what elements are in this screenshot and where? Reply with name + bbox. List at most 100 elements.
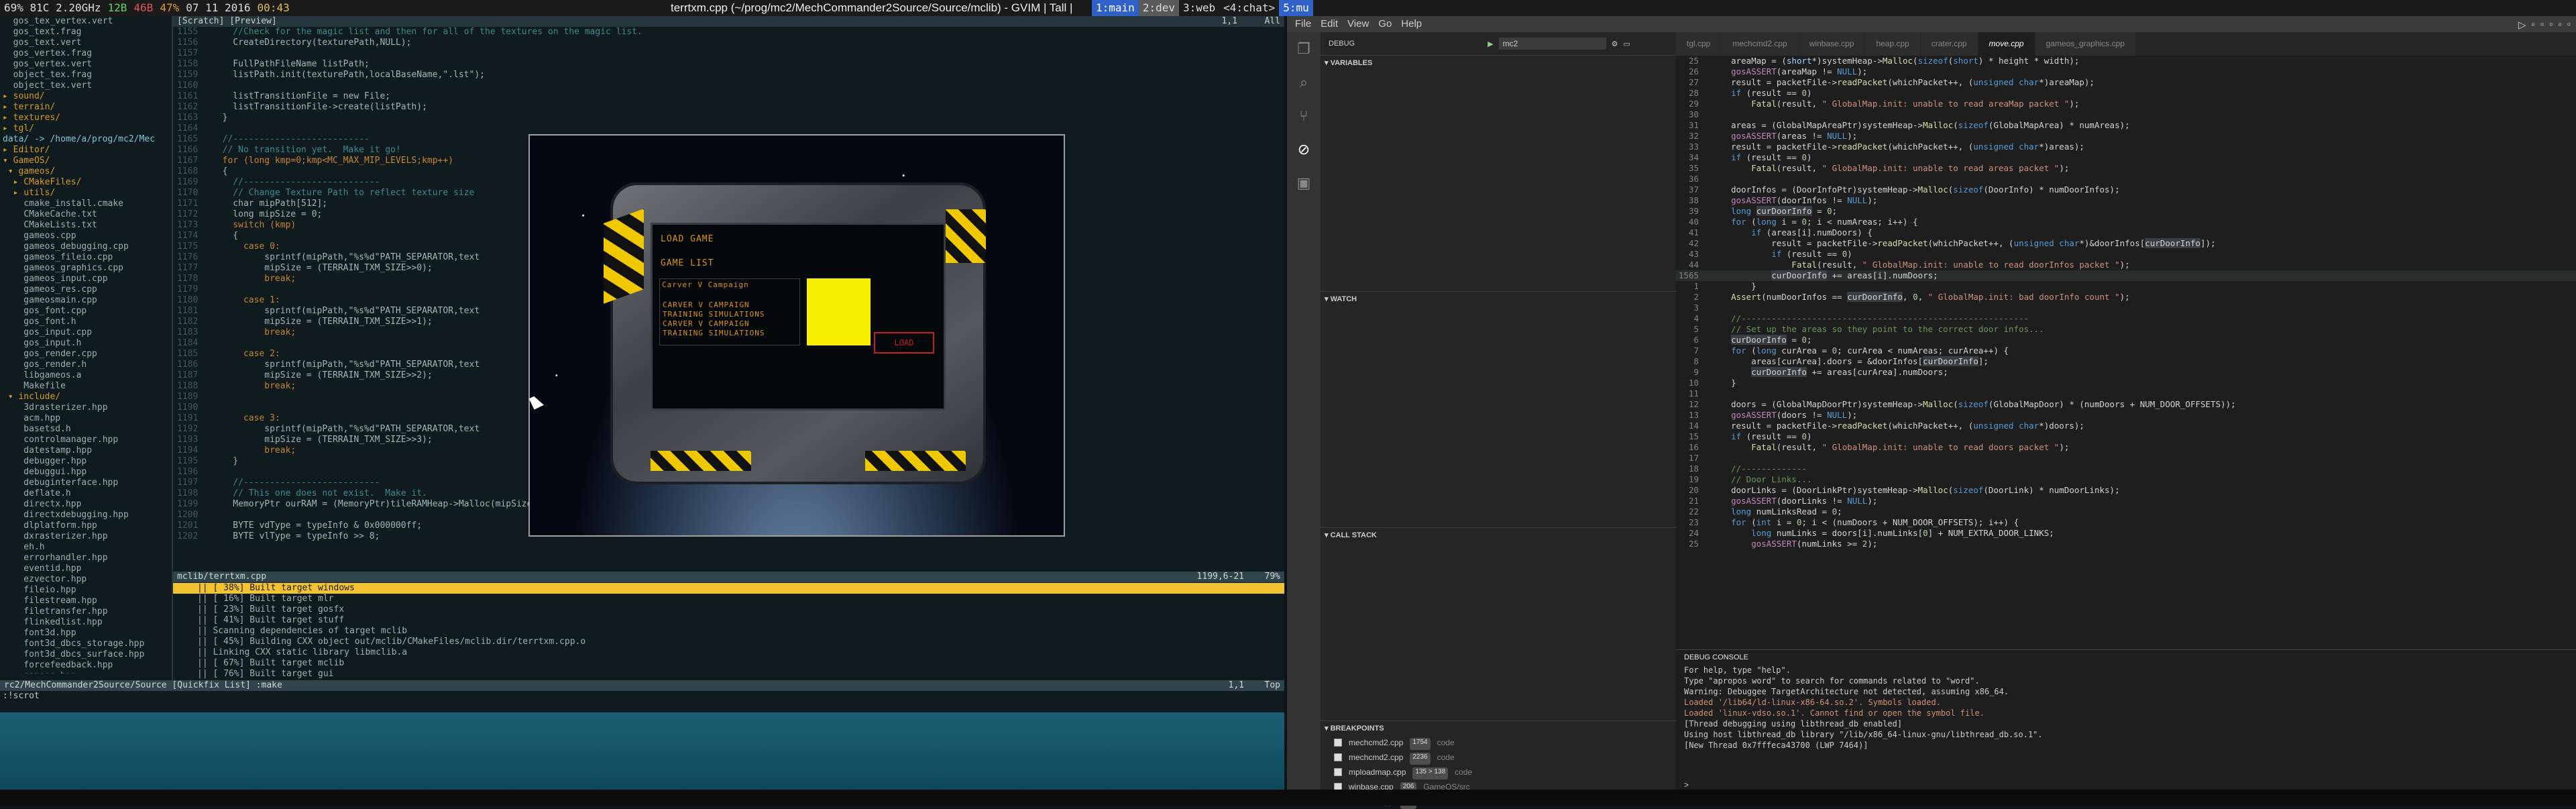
tree-file[interactable]: gameos.hpp (3, 671, 170, 673)
step-over-icon[interactable]: ▫ (2531, 19, 2534, 31)
tree-file[interactable]: fileio.hpp (3, 585, 170, 596)
tree-file[interactable]: dxrasterizer.hpp (3, 531, 170, 542)
debug-config-select[interactable]: mc2 (1498, 38, 1606, 50)
editor-tab[interactable]: tgl.cpp (1676, 32, 1722, 56)
breakpoint-checkbox[interactable] (1334, 768, 1342, 776)
gear-icon[interactable]: ⚙ (1612, 40, 1618, 48)
watch-header[interactable]: ▾ WATCH (1321, 291, 1676, 306)
quickfix-entry[interactable]: || [ 45%] Building CXX object out/mclib/… (173, 637, 1284, 647)
tree-file[interactable]: directxdebugging.hpp (3, 510, 170, 521)
files-icon[interactable]: ❐ (1287, 32, 1321, 66)
tree-file[interactable]: gos_input.h (3, 338, 170, 349)
tree-file[interactable]: CMakeCache.txt (3, 209, 170, 220)
workspace-2[interactable]: 2:dev (1138, 0, 1179, 16)
continue-icon[interactable]: ▷ (2518, 19, 2526, 31)
editor-tab[interactable]: mechcmd2.cpp (1722, 32, 1799, 56)
breakpoint-item[interactable]: mploadmap.cpp 135 > 138 code (1321, 765, 1676, 779)
tree-folder[interactable]: ▸ sound/ (3, 91, 170, 102)
vim-command-line[interactable]: :!scrot (0, 691, 1284, 702)
tree-file[interactable]: eventid.hpp (3, 563, 170, 574)
tree-folder[interactable]: ▸ utils/ (3, 188, 170, 199)
tree-file[interactable]: CMakeLists.txt (3, 220, 170, 231)
tree-file[interactable]: ezvector.hpp (3, 574, 170, 585)
tree-file[interactable]: eh.h (3, 542, 170, 553)
game-list-item[interactable]: TRAINING SIMULATIONS (663, 328, 765, 339)
tree-folder[interactable]: ▾ include/ (3, 392, 170, 402)
tree-file[interactable]: directx.hpp (3, 499, 170, 510)
step-into-icon[interactable]: ▫ (2540, 19, 2544, 31)
git-icon[interactable]: ⑂ (1287, 99, 1321, 133)
breakpoint-checkbox[interactable] (1334, 753, 1342, 761)
tree-file[interactable]: filestream.hpp (3, 596, 170, 606)
tree-file[interactable]: gos_vertex.vert (3, 59, 170, 70)
menu-help[interactable]: Help (1401, 16, 1422, 32)
restart-icon[interactable]: ▫ (2558, 19, 2561, 31)
tree-file[interactable]: gos_font.cpp (3, 306, 170, 317)
tree-file[interactable]: data/ -> /home/a/prog/mc2/Mec (3, 134, 170, 145)
debug-icon[interactable]: ⊘ (1287, 133, 1321, 166)
quickfix-entry[interactable]: || Scanning dependencies of target mclib (173, 626, 1284, 637)
tree-file[interactable]: controlmanager.hpp (3, 435, 170, 445)
quickfix-entry[interactable]: || [ 41%] Built target stuff (173, 615, 1284, 626)
workspace-1[interactable]: 1:main (1092, 0, 1139, 16)
variables-header[interactable]: ▾ VARIABLES (1321, 55, 1676, 70)
breakpoint-checkbox[interactable] (1334, 739, 1342, 747)
tree-file[interactable]: gameos_input.cpp (3, 274, 170, 284)
editor-tab[interactable]: crater.cpp (1920, 32, 1978, 56)
tree-file[interactable]: deflate.h (3, 488, 170, 499)
tree-file[interactable]: gameos_fileio.cpp (3, 252, 170, 263)
debug-console-title[interactable]: DEBUG CONSOLE (1676, 650, 2576, 665)
tree-file[interactable]: gameos_res.cpp (3, 284, 170, 295)
editor-tab[interactable]: heap.cpp (1865, 32, 1921, 56)
step-out-icon[interactable]: ▫ (2549, 19, 2553, 31)
quickfix-list[interactable]: || [ 16%] Built target mlr || [ 23%] Buil… (173, 594, 1284, 681)
tree-file[interactable]: debugger.hpp (3, 456, 170, 467)
extensions-icon[interactable]: ▣ (1287, 166, 1321, 200)
tree-file[interactable]: gameos_debugging.cpp (3, 241, 170, 252)
tree-file[interactable]: object_tex.frag (3, 70, 170, 80)
tree-file[interactable]: gos_text.frag (3, 27, 170, 38)
quickfix-entry[interactable]: || [ 16%] Built target mlr (173, 594, 1284, 604)
game-window[interactable]: LOAD GAME GAME LIST Carver V Campaign CA… (528, 134, 1065, 537)
tree-file[interactable]: gos_input.cpp (3, 327, 170, 338)
editor-tab[interactable]: winbase.cpp (1798, 32, 1866, 56)
tree-file[interactable]: flinkedlist.hpp (3, 617, 170, 628)
tree-folder[interactable]: ▾ gameos/ (3, 166, 170, 177)
stop-icon[interactable]: ▫ (2567, 19, 2571, 31)
callstack-header[interactable]: ▾ CALL STACK (1321, 527, 1676, 542)
load-button[interactable]: LOAD (874, 332, 934, 354)
start-debug-icon[interactable]: ▶ (1488, 40, 1493, 48)
tree-file[interactable]: Makefile (3, 381, 170, 392)
menu-go[interactable]: Go (1378, 16, 1392, 32)
tree-file[interactable]: debuggui.hpp (3, 467, 170, 478)
menu-view[interactable]: View (1347, 16, 1369, 32)
workspace-3[interactable]: 3:web (1179, 0, 1219, 16)
search-icon[interactable]: ⌕ (1287, 66, 1321, 99)
editor-tab[interactable]: gameos_graphics.cpp (2035, 32, 2136, 56)
menu-edit[interactable]: Edit (1321, 16, 1338, 32)
tree-file[interactable]: forcefeedback.hpp (3, 660, 170, 671)
quickfix-entry[interactable]: || Linking CXX static library libmclib.a (173, 647, 1284, 658)
tree-file[interactable]: debuginterface.hpp (3, 478, 170, 488)
nerdtree-panel[interactable]: gos_tex_vertex.vert gos_text.frag gos_te… (0, 16, 170, 673)
menu-file[interactable]: File (1295, 16, 1311, 32)
tree-file[interactable]: gos_render.cpp (3, 349, 170, 360)
tree-file[interactable]: cmake_install.cmake (3, 199, 170, 209)
tree-file[interactable]: gameos.cpp (3, 231, 170, 241)
debug-console-input[interactable]: > (1684, 780, 1689, 790)
tree-file[interactable]: gos_render.h (3, 360, 170, 370)
tree-folder[interactable]: ▸ textures/ (3, 113, 170, 123)
quickfix-entry[interactable]: || [ 76%] Built target gui (173, 669, 1284, 680)
quickfix-entry[interactable]: || [ 67%] Built target mclib (173, 658, 1284, 669)
tree-file[interactable]: gos_text.vert (3, 38, 170, 48)
quickfix-current-line[interactable]: || [ 38%] Built target windows (173, 583, 1284, 594)
tree-folder[interactable]: ▸ Editor/ (3, 145, 170, 156)
tree-file[interactable]: gos_font.h (3, 317, 170, 327)
breakpoint-item[interactable]: mechcmd2.cpp 2236 code (1321, 750, 1676, 765)
tree-file[interactable]: 3drasterizer.hpp (3, 402, 170, 413)
tree-folder[interactable]: ▸ terrain/ (3, 102, 170, 113)
tree-file[interactable]: font3d_dbcs_surface.hpp (3, 649, 170, 660)
tree-folder[interactable]: ▸ tgl/ (3, 123, 170, 134)
tree-file[interactable]: gos_vertex.frag (3, 48, 170, 59)
code-editor[interactable]: 25 areaMap = (short*)systemHeap->Malloc(… (1676, 56, 2576, 649)
